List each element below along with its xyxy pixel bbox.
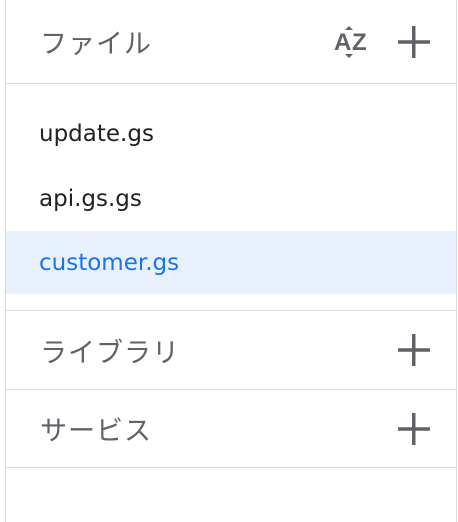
- plus-icon: [398, 412, 430, 445]
- add-library-button[interactable]: [394, 330, 434, 370]
- svg-text:A: A: [334, 29, 351, 56]
- libraries-section-header: ライブラリ: [6, 310, 456, 390]
- svg-text:Z: Z: [352, 29, 367, 56]
- services-section-title: サービス: [40, 416, 152, 447]
- files-actions: A Z: [332, 22, 434, 62]
- plus-icon: [398, 334, 430, 366]
- file-item-api[interactable]: api.gs.gs: [6, 166, 456, 231]
- file-item-update[interactable]: update.gs: [6, 101, 456, 166]
- plus-icon: [398, 25, 430, 58]
- files-section-header: ファイル A Z: [6, 0, 456, 84]
- sort-az-icon[interactable]: A Z: [332, 22, 372, 62]
- add-file-button[interactable]: [394, 22, 434, 62]
- files-section-title: ファイル: [40, 29, 152, 60]
- services-section-header: サービス: [6, 390, 456, 468]
- add-service-button[interactable]: [394, 409, 434, 449]
- libraries-section-title: ライブラリ: [40, 337, 180, 369]
- file-item-customer[interactable]: customer.gs: [6, 231, 456, 294]
- editor-side-panel: ファイル A Z update.gs api.gs.gs customer.gs: [5, 0, 457, 522]
- file-list: update.gs api.gs.gs customer.gs: [6, 84, 456, 310]
